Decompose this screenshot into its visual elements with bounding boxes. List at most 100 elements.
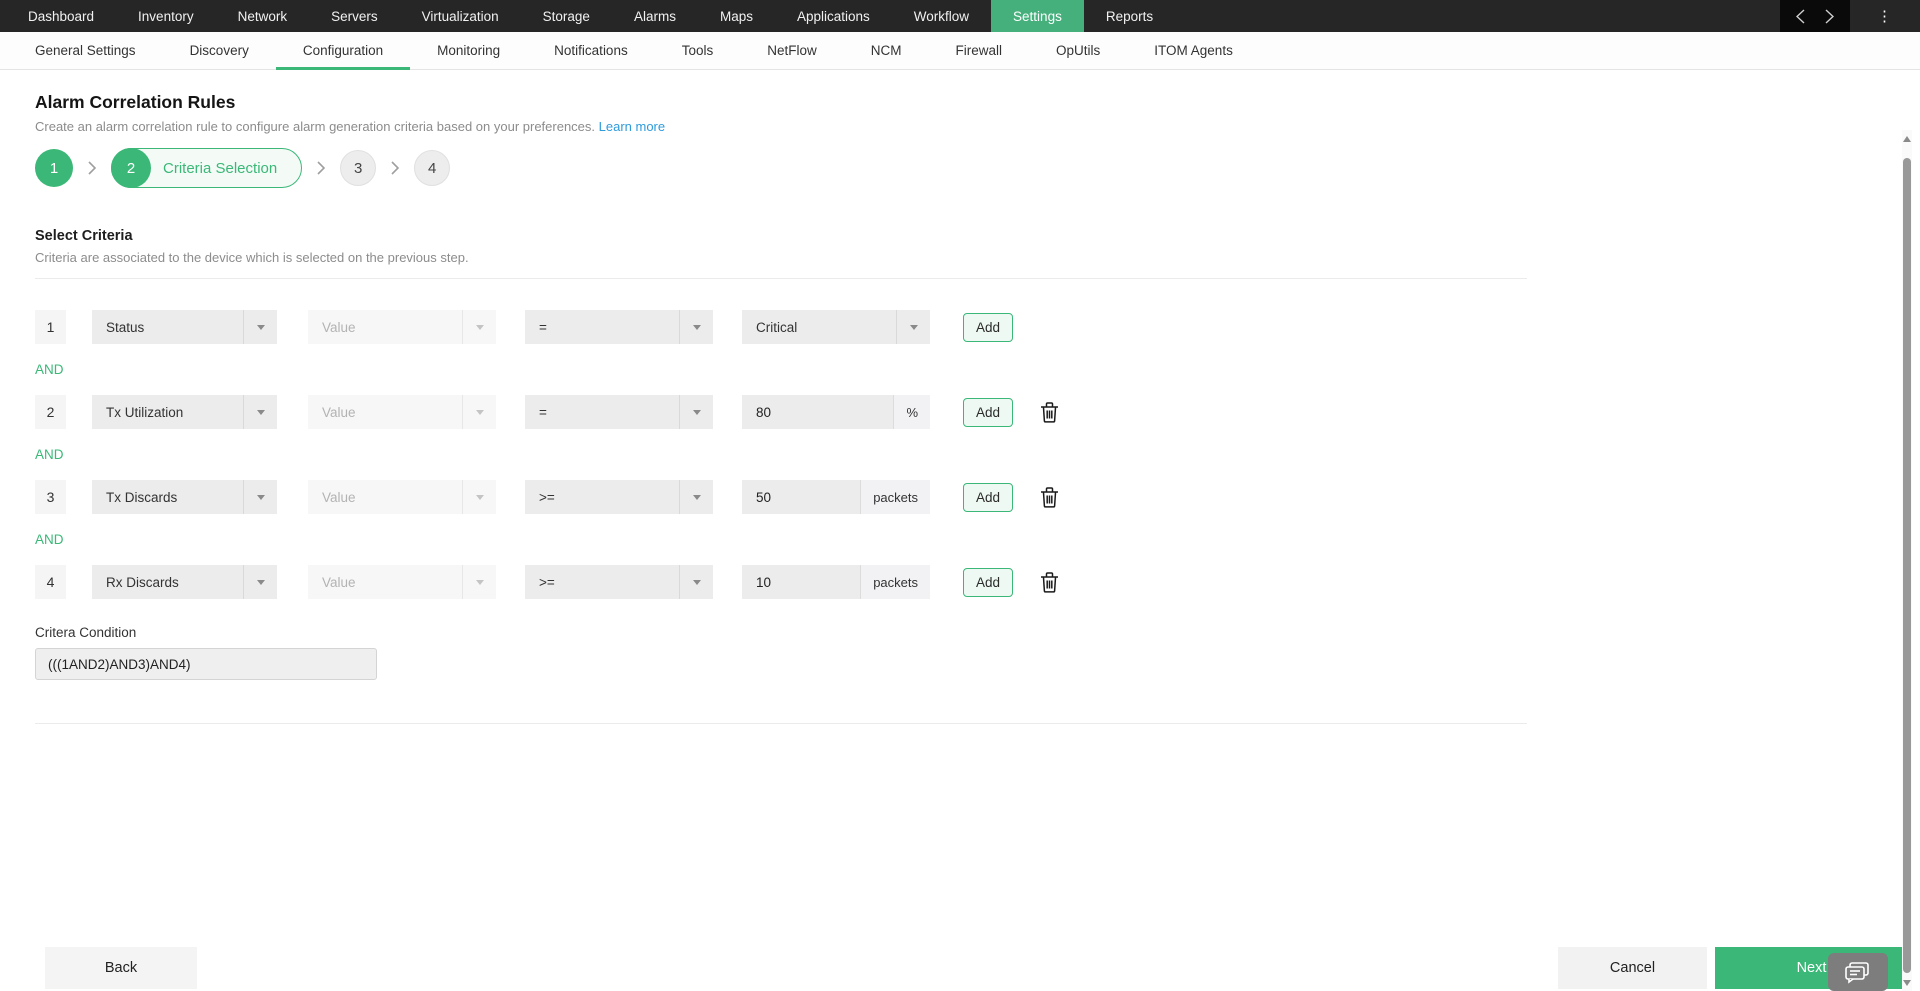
nav-back-arrow-icon[interactable] <box>1796 8 1805 24</box>
value-select-placeholder: Value <box>322 574 356 590</box>
chevron-right-icon <box>316 160 326 176</box>
tab-tools[interactable]: Tools <box>655 32 741 69</box>
main-navbar: Dashboard Inventory Network Servers Virt… <box>0 0 1920 32</box>
nav-item-network[interactable]: Network <box>216 0 310 32</box>
learn-more-link[interactable]: Learn more <box>599 119 665 134</box>
scroll-down-arrow-icon[interactable] <box>1903 980 1911 986</box>
criteria-row: 1 Status Value = Critical Add <box>35 310 1885 344</box>
nav-item-inventory[interactable]: Inventory <box>116 0 216 32</box>
chevron-down-icon <box>462 565 496 599</box>
nav-item-maps[interactable]: Maps <box>698 0 775 32</box>
severity-select[interactable]: Critical <box>742 310 930 344</box>
nav-item-servers[interactable]: Servers <box>309 0 400 32</box>
criteria-row: 3 Tx Discards Value >= packets Add <box>35 480 1885 514</box>
threshold-value-input[interactable] <box>742 395 894 429</box>
criteria-row: 4 Rx Discards Value >= packets Add <box>35 565 1885 599</box>
chevron-right-icon <box>390 160 400 176</box>
section-divider <box>35 278 1527 279</box>
wizard-step-1[interactable]: 1 <box>35 149 73 187</box>
chevron-down-icon <box>679 310 713 344</box>
field-select[interactable]: Status <box>92 310 277 344</box>
select-criteria-heading: Select Criteria <box>35 228 133 244</box>
field-select-value: Rx Discards <box>106 574 179 590</box>
value-select-disabled: Value <box>308 395 496 429</box>
feedback-widget-button[interactable] <box>1828 953 1888 991</box>
operator-select-value: >= <box>539 489 555 505</box>
wizard-steps: 1 2 Criteria Selection 3 4 <box>35 148 1885 188</box>
add-criteria-button[interactable]: Add <box>963 567 1013 597</box>
tab-notifications[interactable]: Notifications <box>527 32 655 69</box>
wizard-step-4[interactable]: 4 <box>414 150 451 186</box>
operator-select[interactable]: = <box>525 310 713 344</box>
nav-item-dashboard[interactable]: Dashboard <box>6 0 116 32</box>
tab-netflow[interactable]: NetFlow <box>740 32 844 69</box>
page-description: Create an alarm correlation rule to conf… <box>35 119 1885 134</box>
criteria-connector: AND <box>35 447 64 462</box>
back-button[interactable]: Back <box>45 947 197 989</box>
trash-icon <box>1041 571 1058 593</box>
value-select-placeholder: Value <box>322 404 356 420</box>
nav-item-reports[interactable]: Reports <box>1084 0 1175 32</box>
cancel-button[interactable]: Cancel <box>1558 947 1707 989</box>
tab-monitoring[interactable]: Monitoring <box>410 32 527 69</box>
page-title: Alarm Correlation Rules <box>35 92 236 112</box>
tab-configuration[interactable]: Configuration <box>275 32 411 70</box>
nav-forward-arrow-icon[interactable] <box>1825 8 1834 24</box>
threshold-value-input[interactable] <box>742 565 861 599</box>
add-criteria-button[interactable]: Add <box>963 312 1013 342</box>
wizard-step-3[interactable]: 3 <box>340 150 377 186</box>
field-select-value: Tx Discards <box>106 489 178 505</box>
nav-item-settings[interactable]: Settings <box>991 0 1084 32</box>
nav-item-storage[interactable]: Storage <box>521 0 612 32</box>
chevron-down-icon <box>679 480 713 514</box>
delete-criteria-button[interactable] <box>1040 571 1059 593</box>
tab-firewall[interactable]: Firewall <box>929 32 1030 69</box>
kebab-menu-icon[interactable]: ⋮ <box>1850 0 1920 32</box>
trash-icon <box>1041 401 1058 423</box>
nav-item-virtualization[interactable]: Virtualization <box>400 0 521 32</box>
chat-bubbles-icon <box>1845 962 1869 984</box>
criteria-index: 2 <box>35 395 66 429</box>
unit-label: % <box>893 395 930 429</box>
chevron-down-icon <box>462 395 496 429</box>
operator-select[interactable]: >= <box>525 480 713 514</box>
criteria-rows: 1 Status Value = Critical Add AND 2 Tx U… <box>35 310 1885 599</box>
field-select[interactable]: Tx Utilization <box>92 395 277 429</box>
threshold-value-group: packets <box>742 480 930 514</box>
scrollbar-thumb[interactable] <box>1903 158 1911 973</box>
unit-label: packets <box>860 480 930 514</box>
tab-oputils[interactable]: OpUtils <box>1029 32 1127 69</box>
chevron-down-icon <box>243 310 277 344</box>
nav-item-applications[interactable]: Applications <box>775 0 892 32</box>
chevron-right-icon <box>87 160 97 176</box>
operator-select-value: >= <box>539 574 555 590</box>
nav-arrows-group <box>1780 0 1850 32</box>
nav-item-workflow[interactable]: Workflow <box>892 0 991 32</box>
criteria-condition-input[interactable] <box>35 648 377 680</box>
operator-select[interactable]: >= <box>525 565 713 599</box>
severity-select-value: Critical <box>756 319 798 335</box>
operator-select[interactable]: = <box>525 395 713 429</box>
scroll-up-arrow-icon[interactable] <box>1903 136 1911 142</box>
wizard-step-2-active[interactable]: 2 Criteria Selection <box>111 148 303 188</box>
delete-criteria-button[interactable] <box>1040 401 1059 423</box>
tab-general-settings[interactable]: General Settings <box>8 32 163 69</box>
nav-item-alarms[interactable]: Alarms <box>612 0 698 32</box>
threshold-value-group: packets <box>742 565 930 599</box>
vertical-scrollbar[interactable] <box>1902 130 1912 991</box>
threshold-value-group: % <box>742 395 930 429</box>
tab-itom-agents[interactable]: ITOM Agents <box>1127 32 1260 69</box>
delete-criteria-button[interactable] <box>1040 486 1059 508</box>
operator-select-value: = <box>539 319 547 335</box>
criteria-connector: AND <box>35 362 64 377</box>
add-criteria-button[interactable]: Add <box>963 482 1013 512</box>
field-select[interactable]: Tx Discards <box>92 480 277 514</box>
tab-ncm[interactable]: NCM <box>844 32 929 69</box>
tab-discovery[interactable]: Discovery <box>163 32 276 69</box>
value-select-disabled: Value <box>308 480 496 514</box>
field-select[interactable]: Rx Discards <box>92 565 277 599</box>
threshold-value-input[interactable] <box>742 480 861 514</box>
wizard-step-2-number: 2 <box>111 148 151 188</box>
add-criteria-button[interactable]: Add <box>963 397 1013 427</box>
field-select-value: Status <box>106 319 145 335</box>
